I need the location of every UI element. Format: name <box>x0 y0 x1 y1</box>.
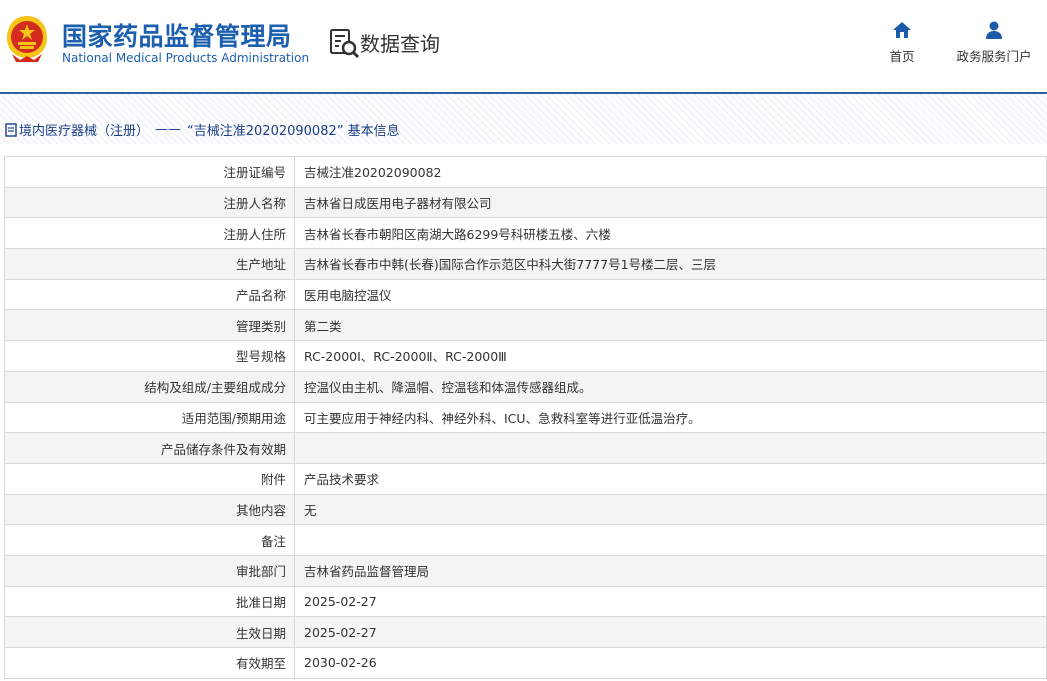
row-value: 无 <box>294 493 1047 526</box>
row-label: 注册人名称 <box>4 186 295 219</box>
table-row: 附件 产品技术要求 <box>4 462 1047 495</box>
row-value: 可主要应用于神经内科、神经外科、ICU、急救科室等进行亚低温治疗。 <box>294 401 1047 434</box>
row-value <box>294 432 1047 464</box>
table-row: 结构及组成/主要组成成分 控温仪由主机、降温帽、控温毯和体温传感器组成。 <box>4 370 1047 403</box>
table-row: 其他内容无 <box>4 493 1047 526</box>
data-query-icon <box>330 29 360 59</box>
breadcrumb-current: “吉械注准20202090082” 基本信息 <box>187 124 400 139</box>
table-row: 注册证编号 吉械注准20202090082 <box>4 156 1047 188</box>
section-title: 数据查询 <box>360 32 440 56</box>
nav-home-label: 首页 <box>889 49 915 64</box>
national-emblem-icon <box>7 16 47 62</box>
row-value: 吉械注准20202090082 <box>294 156 1047 188</box>
table-row: 产品储存条件及有效期 <box>4 432 1047 464</box>
row-label: 管理类别 <box>4 309 295 342</box>
row-value: 2025-02-27 <box>294 585 1047 618</box>
agency-name-cn: 国家药品监督管理局 <box>62 22 292 51</box>
row-label: 结构及组成/主要组成成分 <box>4 370 295 403</box>
record-table: 注册证编号 吉械注准20202090082 注册人名称 吉林省日成医用电子器材有限公… <box>4 156 1047 679</box>
row-label: 注册人住所 <box>4 217 295 250</box>
row-value: 吉林省长春市中韩(长春)国际合作示范区中科大街7777号1号楼二层、三层 <box>294 248 1047 280</box>
home-icon <box>893 22 911 38</box>
row-value: 吉林省长春市朝阳区南湖大路6299号科研楼五楼、六楼 <box>294 217 1047 250</box>
table-row: 有效期至 2030-02-26 <box>4 647 1047 679</box>
document-icon <box>5 122 17 137</box>
table-row: 适用范围/预期用途 可主要应用于神经内科、神经外科、ICU、急救科室等进行亚低温治… <box>4 401 1047 434</box>
table-row: 生产地址 吉林省长春市中韩(长春)国际合作示范区中科大街7777号1号楼二层、三层 <box>4 248 1047 280</box>
table-row: 生效日期 2025-02-27 <box>4 616 1047 648</box>
row-value: 第二类 <box>294 309 1047 342</box>
table-row: 审批部门 吉林省药品监督管理局 <box>4 554 1047 587</box>
row-value: 医用电脑控温仪 <box>294 278 1047 311</box>
site-header: 国家药品监督管理局 National Medical Products Admi… <box>0 0 1047 92</box>
row-value: 产品技术要求 <box>294 462 1047 495</box>
row-value: 吉林省日成医用电子器材有限公司 <box>294 186 1047 219</box>
row-value: 吉林省药品监督管理局 <box>294 554 1047 587</box>
table-row: 型号规格 RC-2000Ⅰ、RC-2000Ⅱ、RC-2000Ⅲ <box>4 340 1047 372</box>
nav-portal-link[interactable]: 政务服务门户 <box>950 20 1038 65</box>
row-value: 2030-02-26 <box>294 647 1047 679</box>
nav-portal-label: 政务服务门户 <box>956 49 1032 64</box>
row-label: 其他内容 <box>4 493 295 526</box>
row-label: 注册证编号 <box>4 156 295 188</box>
breadcrumb-category[interactable]: 境内医疗器械（注册） <box>19 120 149 139</box>
row-label: 产品储存条件及有效期 <box>4 432 295 464</box>
row-label: 产品名称 <box>4 278 295 311</box>
row-value: 2025-02-27 <box>294 616 1047 648</box>
table-row: 备注 <box>4 524 1047 556</box>
agency-name-en: National Medical Products Administration <box>62 51 310 65</box>
table-row: 批准日期 2025-02-27 <box>4 585 1047 618</box>
breadcrumb-separator: —— <box>155 122 182 137</box>
row-label: 型号规格 <box>4 340 295 372</box>
row-label: 备注 <box>4 524 295 556</box>
nav-home-link[interactable]: 首页 <box>876 20 928 65</box>
breadcrumb: 境内医疗器械（注册） —— “吉械注准20202090082” 基本信息 <box>5 120 400 139</box>
table-row: 注册人住所 吉林省长春市朝阳区南湖大路6299号科研楼五楼、六楼 <box>4 217 1047 250</box>
row-label: 附件 <box>4 462 295 495</box>
row-value: 控温仪由主机、降温帽、控温毯和体温传感器组成。 <box>294 370 1047 403</box>
row-label: 生效日期 <box>4 616 295 648</box>
row-value: RC-2000Ⅰ、RC-2000Ⅱ、RC-2000Ⅲ <box>294 340 1047 372</box>
row-label: 适用范围/预期用途 <box>4 401 295 434</box>
row-value <box>294 524 1047 556</box>
row-label: 生产地址 <box>4 248 295 280</box>
user-icon <box>986 21 1002 39</box>
table-row: 管理类别 第二类 <box>4 309 1047 342</box>
row-label: 审批部门 <box>4 554 295 587</box>
row-label: 有效期至 <box>4 647 295 679</box>
table-row: 产品名称 医用电脑控温仪 <box>4 278 1047 311</box>
row-label: 批准日期 <box>4 585 295 618</box>
table-row: 注册人名称 吉林省日成医用电子器材有限公司 <box>4 186 1047 219</box>
